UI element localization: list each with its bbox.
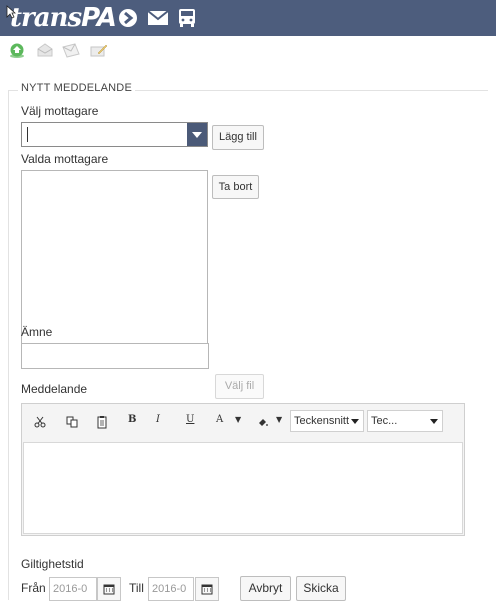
send-button[interactable]: Skicka — [296, 576, 346, 601]
validity-label: Giltighetstid — [21, 557, 84, 571]
inbox-icon[interactable] — [36, 42, 54, 58]
transpa-logo[interactable]: transPA — [10, 2, 117, 34]
message-label: Meddelande — [21, 382, 88, 396]
selected-recipients-label: Valda mottagare — [21, 152, 109, 166]
text-caret — [27, 127, 28, 142]
font-family-value: Teckensnitt — [294, 415, 350, 427]
cancel-button[interactable]: Avbryt — [240, 576, 291, 601]
from-calendar-button[interactable] — [97, 577, 121, 601]
editor-toolbar: B I U A ▼ ▼ Teckensnitt Tec... — [22, 404, 464, 440]
choose-file-button[interactable]: Välj fil — [215, 374, 264, 399]
rich-text-editor: B I U A ▼ ▼ Teckensnitt Tec... — [21, 403, 465, 536]
highlight-dropdown-icon[interactable]: ▼ — [276, 415, 282, 424]
calendar-icon — [201, 584, 213, 595]
mouse-cursor-icon — [6, 5, 16, 19]
to-calendar-button[interactable] — [195, 577, 219, 601]
bold-icon[interactable]: B — [128, 414, 136, 425]
from-label: Från — [21, 581, 46, 595]
subject-input[interactable] — [21, 343, 209, 369]
logo-suffix: PA — [81, 3, 117, 33]
compose-icon[interactable] — [90, 42, 108, 58]
font-color-icon[interactable]: A — [216, 414, 223, 425]
calendar-icon — [103, 584, 115, 595]
remove-recipient-button[interactable]: Ta bort — [212, 175, 259, 199]
form-legend: NYTT MEDDELANDE — [18, 82, 135, 94]
add-recipient-button[interactable]: Lägg till — [212, 125, 264, 150]
to-label: Till — [129, 581, 144, 595]
chevron-down-icon — [430, 419, 438, 424]
recipient-select[interactable] — [21, 122, 208, 147]
underline-icon[interactable]: U — [186, 414, 194, 425]
sent-mail-icon[interactable] — [62, 42, 80, 58]
highlight-icon[interactable] — [257, 416, 269, 428]
font-color-dropdown-icon[interactable]: ▼ — [235, 415, 241, 424]
font-family-select[interactable]: Teckensnitt — [290, 410, 364, 432]
cut-icon[interactable] — [34, 416, 46, 428]
selected-recipients-list[interactable] — [21, 170, 208, 348]
italic-icon[interactable]: I — [156, 414, 160, 425]
logo-text: trans — [10, 3, 82, 33]
font-size-value: Tec... — [371, 415, 398, 427]
bus-icon[interactable] — [176, 8, 198, 28]
font-size-select[interactable]: Tec... — [367, 410, 443, 432]
editor-body[interactable] — [23, 442, 463, 534]
chevron-down-icon — [351, 419, 359, 424]
to-date-input[interactable]: 2016-0 — [148, 577, 194, 601]
paste-icon[interactable] — [96, 415, 108, 429]
recipient-select-label: Välj mottagare — [21, 104, 99, 118]
chevron-down-icon[interactable] — [187, 123, 207, 146]
from-date-input[interactable]: 2016-0 — [49, 577, 97, 601]
subject-label: Ämne — [21, 325, 53, 339]
copy-icon[interactable] — [66, 416, 78, 428]
fieldset-border-left — [8, 90, 9, 600]
home-icon[interactable] — [8, 42, 26, 58]
envelope-icon[interactable] — [147, 8, 169, 28]
arrow-right-circle-icon[interactable] — [117, 8, 139, 28]
